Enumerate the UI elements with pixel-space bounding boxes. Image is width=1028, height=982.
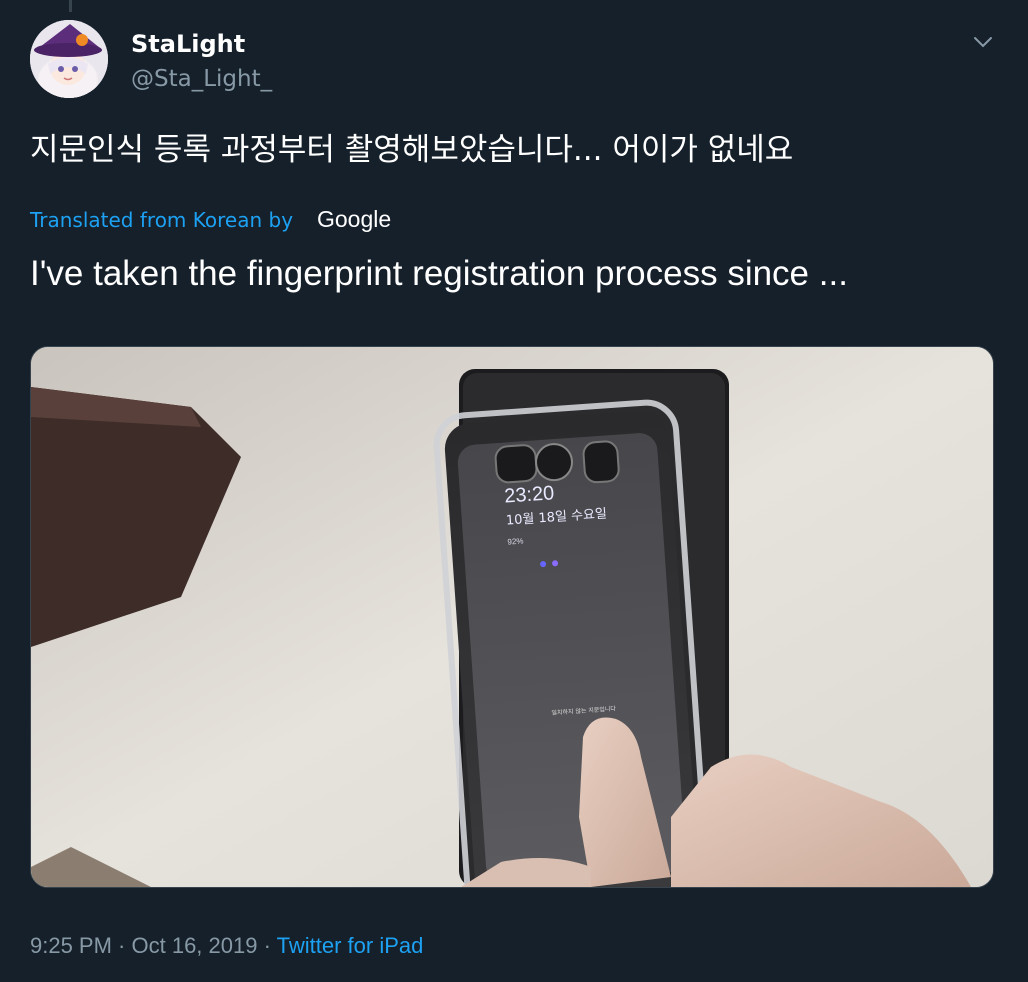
video-frame: 23:20 10월 18일 수요일 92% 일치하지 않는 지문입니다 [31, 347, 993, 887]
chevron-down-icon [974, 37, 992, 48]
meta-separator: · [257, 933, 277, 958]
tweet-time[interactable]: 9:25 PM [30, 933, 112, 958]
translated-tweet-text: I've taken the fingerprint registration … [30, 254, 848, 293]
meta-separator: · [111, 933, 132, 958]
avatar[interactable] [30, 20, 108, 98]
tweet-video[interactable]: 23:20 10월 18일 수요일 92% 일치하지 않는 지문입니다 [30, 346, 994, 888]
author-name[interactable]: StaLight [131, 30, 245, 58]
phone-clock: 23:20 [504, 482, 555, 507]
author-handle[interactable]: @Sta_Light_ [131, 66, 272, 92]
thread-connector-line [69, 0, 72, 12]
tweet-text: 지문인식 등록 과정부터 촬영해보았습니다... 어이가 없네요 [30, 132, 794, 168]
avatar-image [30, 20, 108, 98]
google-logo: Google [317, 206, 392, 232]
tweet-meta: 9:25 PM · Oct 16, 2019 · Twitter for iPa… [30, 933, 423, 959]
phone-battery: 92% [507, 536, 524, 546]
translated-from-label[interactable]: Translated from Korean by [30, 208, 293, 232]
more-options-button[interactable] [968, 30, 998, 54]
tweet-date[interactable]: Oct 16, 2019 [132, 933, 258, 958]
tweet-source-link[interactable]: Twitter for iPad [277, 933, 424, 958]
